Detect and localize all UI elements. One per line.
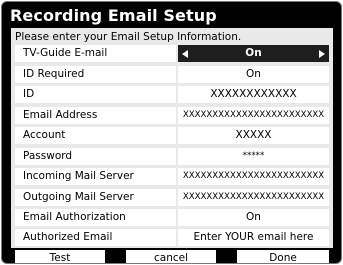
recording-email-setup-dialog: Recording Email Setup Please enter your … <box>1 1 342 264</box>
instruction-text: Please enter your Email Setup Informatio… <box>15 31 242 43</box>
setting-row-incoming-mail-server[interactable]: Incoming Mail Server XXXXXXXXXXXXXXXXXXX… <box>15 168 329 185</box>
arrow-left-icon[interactable] <box>182 50 188 58</box>
setting-label: Email Authorization <box>15 209 176 226</box>
setting-row-password[interactable]: Password ***** <box>15 148 329 165</box>
dialog-content: Please enter your Email Setup Informatio… <box>11 28 333 248</box>
dialog-title: Recording Email Setup <box>10 6 217 25</box>
setting-label: Authorized Email <box>15 229 176 246</box>
test-button[interactable]: Test <box>15 250 105 263</box>
setting-label: Outgoing Mail Server <box>15 189 176 206</box>
account-field[interactable]: XXXXX <box>178 127 329 144</box>
setting-label: ID Required <box>15 66 176 83</box>
authorized-email-field[interactable]: Enter YOUR email here <box>178 229 329 246</box>
cancel-button[interactable]: cancel <box>126 250 216 263</box>
setting-row-tv-guide-email[interactable]: TV-Guide E-mail On <box>15 45 329 62</box>
setting-value[interactable]: On <box>178 66 329 83</box>
setting-label: ID <box>15 86 176 103</box>
incoming-mail-server-field[interactable]: XXXXXXXXXXXXXXXXXXXXXXXX <box>178 168 329 185</box>
setting-label: Incoming Mail Server <box>15 168 176 185</box>
setting-label: Account <box>15 127 176 144</box>
button-bar: Test cancel Done <box>15 250 329 263</box>
email-address-field[interactable]: XXXXXXXXXXXXXXXXXXXXXXXX <box>178 107 329 124</box>
setting-row-email-address[interactable]: Email Address XXXXXXXXXXXXXXXXXXXXXXXX <box>15 107 329 124</box>
setting-value: On <box>245 47 262 59</box>
id-field[interactable]: XXXXXXXXXXXX <box>178 86 329 103</box>
setting-row-id-required[interactable]: ID Required On <box>15 66 329 83</box>
setting-label: TV-Guide E-mail <box>15 45 176 62</box>
done-button[interactable]: Done <box>237 250 329 263</box>
arrow-right-icon[interactable] <box>319 50 325 58</box>
email-authorization-value[interactable]: On <box>178 209 329 226</box>
setting-label: Email Address <box>15 107 176 124</box>
password-field[interactable]: ***** <box>178 148 329 165</box>
setting-row-authorized-email[interactable]: Authorized Email Enter YOUR email here <box>15 229 329 246</box>
setting-row-outgoing-mail-server[interactable]: Outgoing Mail Server XXXXXXXXXXXXXXXXXXX… <box>15 189 329 206</box>
outgoing-mail-server-field[interactable]: XXXXXXXXXXXXXXXXXXXXXXXX <box>178 189 329 206</box>
setting-row-email-authorization[interactable]: Email Authorization On <box>15 209 329 226</box>
setting-row-account[interactable]: Account XXXXX <box>15 127 329 144</box>
tv-guide-email-selector[interactable]: On <box>178 45 329 62</box>
setting-label: Password <box>15 148 176 165</box>
setting-row-id[interactable]: ID XXXXXXXXXXXX <box>15 86 329 103</box>
